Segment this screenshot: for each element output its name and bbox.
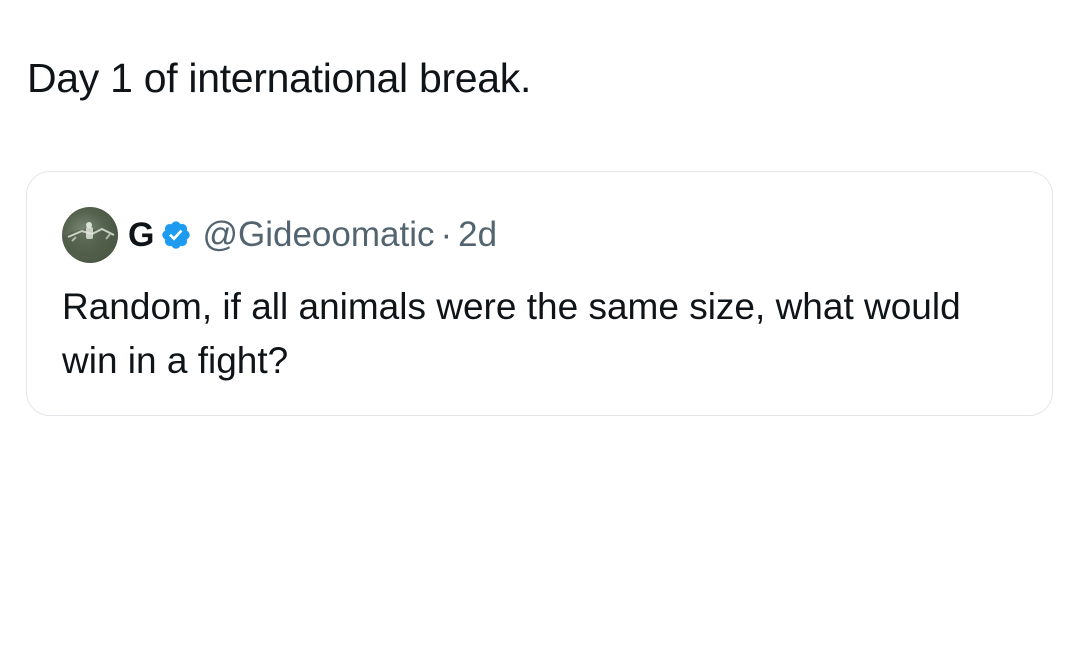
verified-badge-icon — [160, 219, 192, 251]
quoted-tweet-header: G @Gideoomatic · 2d — [62, 206, 497, 264]
quoted-tweet-text: Random, if all animals were the same siz… — [62, 286, 961, 381]
avatar-photo-icon — [62, 222, 118, 257]
tweet-text: Day 1 of international break. — [27, 55, 532, 101]
avatar[interactable] — [62, 207, 118, 263]
quoted-tweet-card[interactable]: G @Gideoomatic · 2d Random, if all anima… — [26, 171, 1053, 416]
author-handle[interactable]: @Gideoomatic — [202, 215, 434, 255]
tweet-timestamp[interactable]: 2d — [458, 215, 497, 255]
author-display-name[interactable]: G — [128, 215, 154, 255]
dot-separator: · — [440, 215, 453, 254]
